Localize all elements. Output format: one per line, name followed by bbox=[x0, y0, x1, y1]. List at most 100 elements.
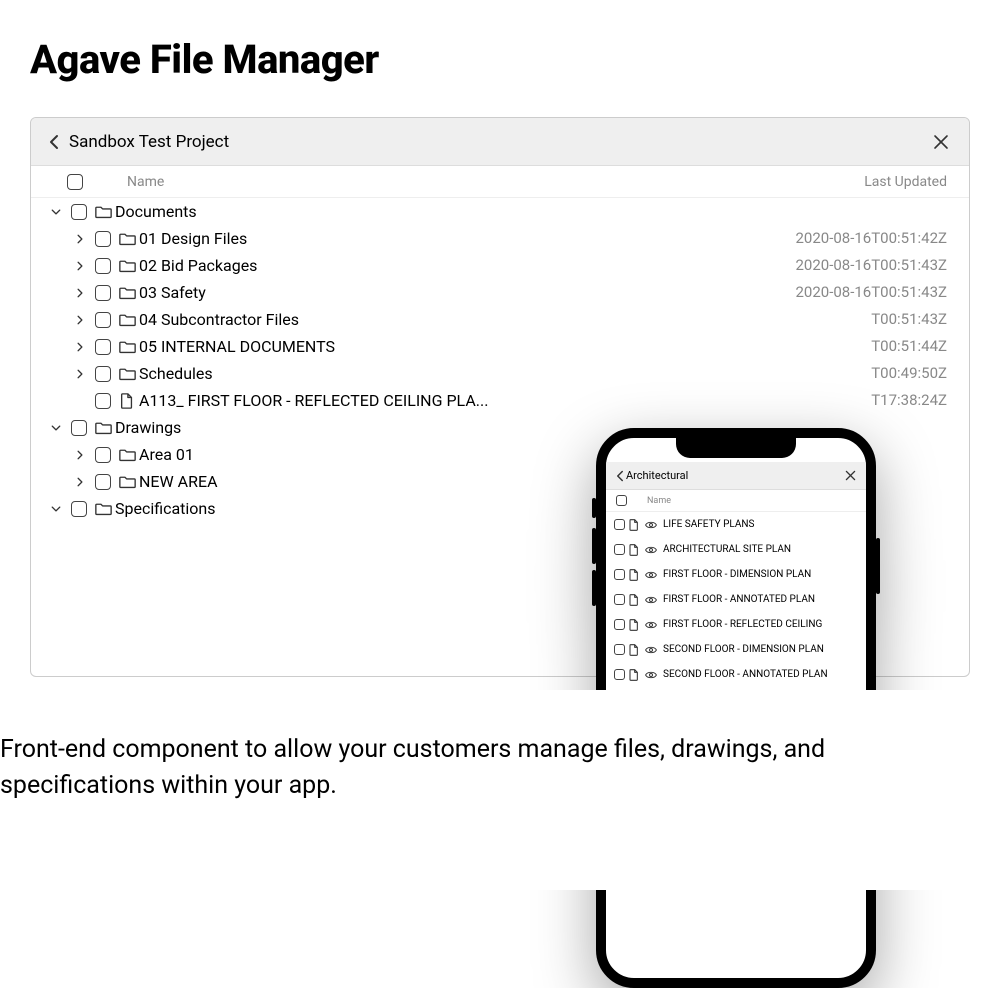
file-icon bbox=[625, 544, 643, 556]
close-button[interactable] bbox=[931, 132, 951, 152]
phone-row-checkbox[interactable] bbox=[614, 619, 625, 630]
expand-toggle[interactable] bbox=[69, 342, 91, 352]
row-updated: T17:38:24Z bbox=[747, 387, 947, 414]
file-icon bbox=[625, 594, 643, 606]
expand-toggle[interactable] bbox=[45, 207, 67, 217]
folder-icon bbox=[115, 231, 139, 246]
folder-row[interactable]: SchedulesT00:49:50Z bbox=[31, 360, 959, 387]
row-updated: T00:51:44Z bbox=[747, 333, 947, 360]
expand-toggle[interactable] bbox=[69, 288, 91, 298]
expand-toggle[interactable] bbox=[69, 369, 91, 379]
expand-toggle[interactable] bbox=[69, 450, 91, 460]
row-name: Documents bbox=[115, 198, 747, 225]
eye-icon bbox=[643, 670, 659, 680]
expand-toggle[interactable] bbox=[45, 504, 67, 514]
file-icon bbox=[625, 519, 643, 531]
phone-row-name: SECOND FLOOR - ANNOTATED PLAN bbox=[663, 669, 858, 680]
phone-row-checkbox[interactable] bbox=[614, 544, 625, 555]
phone-back-button[interactable] bbox=[616, 470, 624, 482]
folder-icon bbox=[115, 474, 139, 489]
page-title: Agave File Manager bbox=[30, 36, 970, 83]
eye-icon bbox=[643, 645, 659, 655]
folder-icon bbox=[115, 312, 139, 327]
file-row[interactable]: A113_ FIRST FLOOR - REFLECTED CEILING PL… bbox=[31, 387, 959, 414]
expand-toggle[interactable] bbox=[69, 315, 91, 325]
phone-file-row[interactable]: ARCHITECTURAL SITE PLAN bbox=[606, 537, 866, 562]
phone-column-name: Name bbox=[647, 496, 671, 506]
list-header: Name Last Updated bbox=[31, 166, 969, 198]
phone-file-row[interactable]: SECOND FLOOR - ANNOTATED PLAN bbox=[606, 662, 866, 687]
expand-toggle[interactable] bbox=[69, 234, 91, 244]
row-updated: 2020-08-16T00:51:43Z bbox=[747, 252, 947, 279]
row-name: A113_ FIRST FLOOR - REFLECTED CEILING PL… bbox=[139, 387, 747, 414]
row-checkbox[interactable] bbox=[71, 204, 87, 220]
folder-row[interactable]: 02 Bid Packages2020-08-16T00:51:43Z bbox=[31, 252, 959, 279]
phone-file-row[interactable]: SECOND FLOOR - DIMENSION PLAN bbox=[606, 637, 866, 662]
expand-toggle[interactable] bbox=[69, 477, 91, 487]
folder-row[interactable]: 05 INTERNAL DOCUMENTST00:51:44Z bbox=[31, 333, 959, 360]
row-name: 03 Safety bbox=[139, 279, 747, 306]
phone-row-checkbox[interactable] bbox=[614, 669, 625, 680]
row-updated: 2020-08-16T00:51:42Z bbox=[747, 225, 947, 252]
folder-row[interactable]: 03 Safety2020-08-16T00:51:43Z bbox=[31, 279, 959, 306]
folder-icon bbox=[115, 258, 139, 273]
row-updated: 2020-08-16T00:51:43Z bbox=[747, 279, 947, 306]
phone-row-checkbox[interactable] bbox=[614, 569, 625, 580]
file-icon bbox=[115, 393, 139, 409]
file-icon bbox=[625, 619, 643, 631]
folder-icon bbox=[115, 285, 139, 300]
crop-mask: Front-end component to allow your custom… bbox=[0, 690, 1000, 890]
row-updated: T00:49:50Z bbox=[747, 360, 947, 387]
back-button[interactable] bbox=[45, 133, 63, 151]
folder-row[interactable]: 01 Design Files2020-08-16T00:51:42Z bbox=[31, 225, 959, 252]
phone-select-all-checkbox[interactable] bbox=[616, 495, 627, 506]
phone-file-row[interactable]: FIRST FLOOR - DIMENSION PLAN bbox=[606, 562, 866, 587]
phone-notch bbox=[676, 438, 796, 458]
row-updated: T00:51:43Z bbox=[747, 306, 947, 333]
folder-icon bbox=[91, 501, 115, 516]
column-updated: Last Updated bbox=[747, 174, 947, 190]
phone-row-name: FIRST FLOOR - ANNOTATED PLAN bbox=[663, 594, 858, 605]
folder-row[interactable]: Documents bbox=[31, 198, 959, 225]
phone-row-checkbox[interactable] bbox=[614, 644, 625, 655]
row-name: Schedules bbox=[139, 360, 747, 387]
breadcrumb-title: Sandbox Test Project bbox=[69, 132, 229, 152]
row-name: 02 Bid Packages bbox=[139, 252, 747, 279]
page-description: Front-end component to allow your custom… bbox=[0, 732, 900, 805]
column-name: Name bbox=[107, 174, 747, 190]
phone-file-row[interactable]: FIRST FLOOR - REFLECTED CEILING bbox=[606, 612, 866, 637]
row-checkbox[interactable] bbox=[71, 501, 87, 517]
folder-icon bbox=[91, 420, 115, 435]
folder-row[interactable]: 04 Subcontractor FilesT00:51:43Z bbox=[31, 306, 959, 333]
eye-icon bbox=[643, 570, 659, 580]
row-checkbox[interactable] bbox=[95, 366, 111, 382]
phone-file-row[interactable]: LIFE SAFETY PLANS bbox=[606, 512, 866, 537]
row-checkbox[interactable] bbox=[95, 312, 111, 328]
row-checkbox[interactable] bbox=[95, 474, 111, 490]
phone-file-row[interactable]: FIRST FLOOR - ANNOTATED PLAN bbox=[606, 587, 866, 612]
window-header: Sandbox Test Project bbox=[31, 118, 969, 166]
phone-row-name: FIRST FLOOR - DIMENSION PLAN bbox=[663, 569, 858, 580]
eye-icon bbox=[643, 545, 659, 555]
row-checkbox[interactable] bbox=[71, 420, 87, 436]
eye-icon bbox=[643, 595, 659, 605]
row-checkbox[interactable] bbox=[95, 258, 111, 274]
row-name: 01 Design Files bbox=[139, 225, 747, 252]
folder-icon bbox=[91, 204, 115, 219]
row-checkbox[interactable] bbox=[95, 447, 111, 463]
select-all-checkbox[interactable] bbox=[67, 174, 83, 190]
expand-toggle[interactable] bbox=[45, 423, 67, 433]
phone-row-name: ARCHITECTURAL SITE PLAN bbox=[663, 544, 858, 555]
phone-row-checkbox[interactable] bbox=[614, 594, 625, 605]
phone-breadcrumb-title: Architectural bbox=[626, 469, 688, 482]
row-checkbox[interactable] bbox=[95, 339, 111, 355]
row-checkbox[interactable] bbox=[95, 393, 111, 409]
file-icon bbox=[625, 644, 643, 656]
phone-row-name: SECOND FLOOR - DIMENSION PLAN bbox=[663, 644, 858, 655]
expand-toggle[interactable] bbox=[69, 261, 91, 271]
file-icon bbox=[625, 669, 643, 681]
row-checkbox[interactable] bbox=[95, 285, 111, 301]
phone-row-checkbox[interactable] bbox=[614, 519, 625, 530]
row-checkbox[interactable] bbox=[95, 231, 111, 247]
phone-close-button[interactable] bbox=[845, 470, 856, 481]
